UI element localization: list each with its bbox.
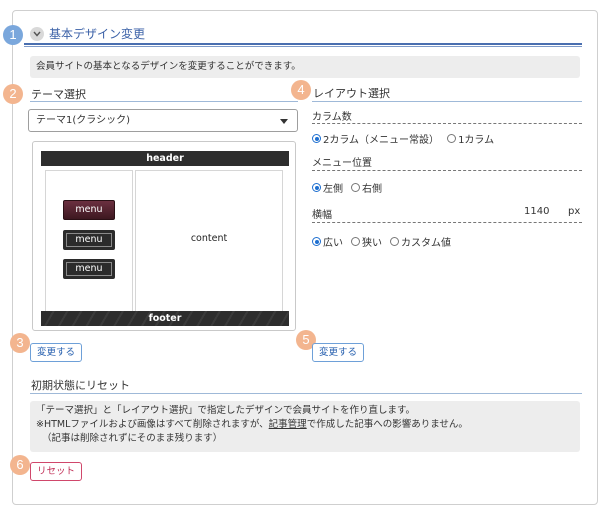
reset-note: 「テーマ選択」と「レイアウト選択」で指定したデザインで会員サイトを作り直します。… xyxy=(30,401,580,452)
layout-heading-rule xyxy=(312,101,582,102)
menu-position-right[interactable]: 右側 xyxy=(351,180,382,195)
width-radio-group: 広い 狭い カスタム値 xyxy=(312,234,459,249)
width-unit: px xyxy=(568,206,581,217)
columns-option-1col[interactable]: 1カラム xyxy=(447,131,494,146)
section-title: 基本デザイン変更 xyxy=(49,27,146,41)
width-option-custom-label: カスタム値 xyxy=(401,238,451,249)
preview-menu-1: menu xyxy=(63,200,115,220)
width-divider xyxy=(312,222,582,223)
title-underline xyxy=(24,43,582,45)
menu-position-left-label: 左側 xyxy=(323,184,343,195)
preview-sidebar: menu menu menu xyxy=(45,170,133,312)
theme-select-value: テーマ1(クラシック) xyxy=(36,115,130,126)
preview-header: header xyxy=(41,151,289,166)
step-badge-2: 2 xyxy=(3,84,23,104)
theme-change-button[interactable]: 変更する xyxy=(30,343,83,362)
width-option-narrow-label: 狭い xyxy=(362,238,382,249)
radio-icon[interactable] xyxy=(390,237,399,246)
preview-footer: footer xyxy=(41,311,289,326)
reset-heading-rule xyxy=(30,393,582,394)
step-badge-1: 1 xyxy=(3,25,23,45)
step-badge-4: 4 xyxy=(291,80,311,100)
columns-label: カラム数 xyxy=(312,112,352,123)
columns-option-2col[interactable]: 2カラム（メニュー常設） xyxy=(312,131,439,146)
radio-icon[interactable] xyxy=(447,134,457,143)
article-management-link[interactable]: 記事管理 xyxy=(269,419,307,430)
section-description: 会員サイトの基本となるデザインを変更することができます。 xyxy=(30,56,580,78)
reset-heading: 初期状態にリセット xyxy=(31,379,130,392)
title-underline-thin xyxy=(24,46,582,47)
reset-note-line-1: 「テーマ選択」と「レイアウト選択」で指定したデザインで会員サイトを作り直します。 xyxy=(36,405,416,416)
menu-position-left[interactable]: 左側 xyxy=(312,180,343,195)
columns-option-2col-label: 2カラム（メニュー常設） xyxy=(323,135,440,146)
width-option-custom[interactable]: カスタム値 xyxy=(390,234,451,249)
theme-heading-rule xyxy=(30,101,298,102)
reset-note-line-2-text: ※HTMLファイルおよび画像はすべて削除されますが、 xyxy=(36,419,269,430)
section-title-row[interactable]: 基本デザイン変更 xyxy=(30,25,145,42)
width-label: 横幅 xyxy=(312,210,332,221)
width-option-narrow[interactable]: 狭い xyxy=(351,234,382,249)
preview-content: content xyxy=(135,170,283,312)
width-option-wide[interactable]: 広い xyxy=(312,234,343,249)
chevron-down-icon[interactable] xyxy=(30,26,44,41)
theme-heading: テーマ選択 xyxy=(31,88,86,101)
reset-button[interactable]: リセット xyxy=(30,462,83,481)
menu-position-radio-group: 左側 右側 xyxy=(312,180,390,195)
radio-selected-icon[interactable] xyxy=(312,183,321,192)
radio-selected-icon[interactable] xyxy=(312,134,321,143)
radio-icon[interactable] xyxy=(351,183,360,192)
columns-divider xyxy=(312,123,582,124)
columns-radio-group: 2カラム（メニュー常設） 1カラム xyxy=(312,131,502,146)
reset-note-line-2-suffix: で作成した記事への影響ありません。 xyxy=(306,419,468,430)
step-badge-6: 6 xyxy=(10,455,30,475)
width-option-wide-label: 広い xyxy=(323,238,343,249)
radio-selected-icon[interactable] xyxy=(312,237,321,246)
menu-position-label: メニュー位置 xyxy=(312,158,372,169)
preview-menu-2: menu xyxy=(63,230,115,250)
layout-change-button[interactable]: 変更する xyxy=(312,343,365,362)
preview-menu-3: menu xyxy=(63,259,115,279)
layout-heading: レイアウト選択 xyxy=(313,87,390,100)
reset-note-line-2: ※HTMLファイルおよび画像はすべて削除されますが、記事管理で作成した記事への影… xyxy=(36,418,574,432)
preview-content-label: content xyxy=(190,233,228,244)
menu-position-divider xyxy=(312,170,582,171)
theme-preview: header menu menu menu content footer xyxy=(32,141,296,331)
width-value: 1140 xyxy=(524,206,550,217)
menu-position-right-label: 右側 xyxy=(362,184,382,195)
columns-option-1col-label: 1カラム xyxy=(458,135,495,146)
theme-select[interactable]: テーマ1(クラシック) xyxy=(28,109,298,132)
step-badge-3: 3 xyxy=(10,333,30,353)
reset-note-line-3: （記事は削除されずにそのまま残ります） xyxy=(42,433,223,444)
radio-icon[interactable] xyxy=(351,237,360,246)
dropdown-caret-icon xyxy=(280,119,288,124)
